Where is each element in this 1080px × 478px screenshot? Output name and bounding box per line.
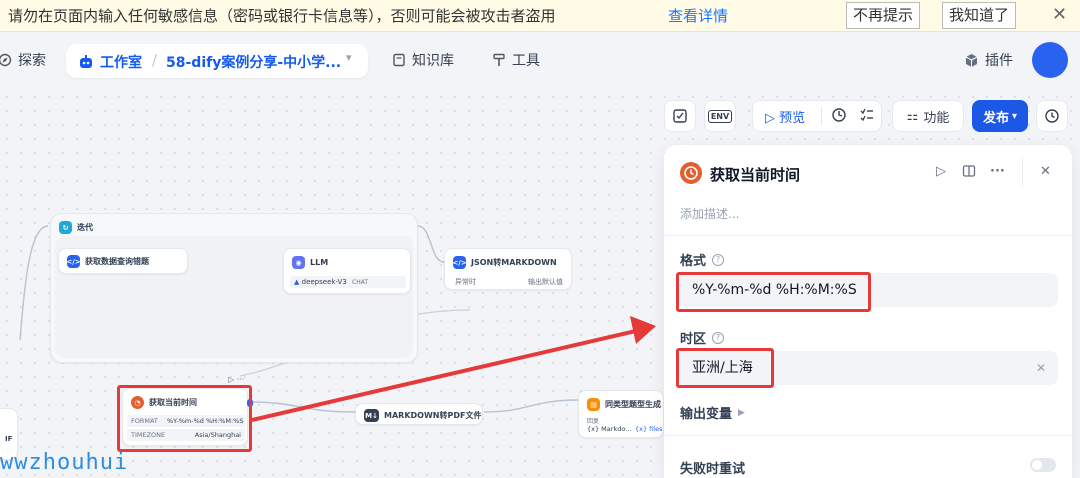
compass-icon (0, 53, 12, 67)
add-description[interactable]: 添加描述... (680, 205, 739, 222)
run-node-icon[interactable]: ▷ (936, 164, 946, 179)
nav-plugins[interactable]: 插件 (964, 50, 1013, 70)
help-doc-icon[interactable] (962, 164, 976, 182)
user-avatar[interactable] (1032, 42, 1068, 78)
run-history-icon[interactable] (831, 107, 847, 127)
no-remind-button[interactable]: 不再提示 (846, 2, 921, 29)
retry-label-text: 失败时重试 (680, 462, 746, 477)
output-vars-toggle[interactable]: 输出变量 ▶ (680, 403, 745, 422)
app-breadcrumb: 工作室 / 58-dify案例分享-中小学... ▾ (66, 44, 368, 78)
chevron-down-icon[interactable]: ▾ (346, 51, 352, 64)
help-icon[interactable]: ? (712, 253, 725, 266)
nav-knowledge[interactable]: 知识库 (392, 50, 454, 70)
chevron-right-icon: ▶ (738, 407, 745, 418)
grid-icon: ⚏ (906, 108, 919, 124)
chevron-down-icon: ▾ (1011, 110, 1018, 122)
panel-header-divider (1022, 157, 1023, 187)
features-button[interactable]: ⚏ 功能 (892, 100, 964, 132)
publish-label: 发布 (982, 110, 1009, 126)
panel-divider (664, 235, 1072, 236)
nav-knowledge-label: 知识库 (412, 53, 454, 69)
preview-button[interactable]: ▷ 预览 (765, 107, 805, 126)
clock-icon (680, 162, 702, 184)
env-button[interactable]: ENV (704, 100, 736, 132)
banner-message: 请勿在页面内输入任何敏感信息（密码或银行卡信息等），否则可能会被攻击者盗用 (8, 7, 556, 25)
top-nav: 探索 工作室 / 58-dify案例分享-中小学... ▾ 知识库 工具 插件 (0, 32, 1080, 90)
nav-studio-label: 工作室 (100, 55, 142, 71)
features-label: 功能 (923, 110, 950, 126)
highlight-box-format (676, 272, 871, 312)
env-icon: ENV (707, 109, 733, 123)
node-settings-panel: 获取当前时间 ▷ ··· ✕ 添加描述... 格式 ? %Y-%m-%d %H:… (664, 145, 1072, 478)
banner-details-link[interactable]: 查看详情 (668, 5, 728, 26)
timezone-label-text: 时区 (680, 332, 707, 347)
book-icon (393, 53, 405, 67)
nav-plugins-label: 插件 (985, 53, 1013, 69)
checklist-icon[interactable] (859, 107, 875, 127)
breadcrumb-separator: / (152, 51, 158, 69)
nav-tools[interactable]: 工具 (492, 50, 540, 70)
history-icon (1045, 109, 1059, 123)
got-it-button[interactable]: 我知道了 (942, 2, 1017, 29)
format-label: 格式 ? (680, 250, 725, 269)
nav-explore-label: 探索 (18, 53, 46, 69)
warning-banner: 请勿在页面内输入任何敏感信息（密码或银行卡信息等），否则可能会被攻击者盗用 查看… (0, 0, 1080, 32)
check-list-icon (673, 109, 687, 123)
retry-toggle[interactable] (1030, 458, 1056, 472)
robot-icon (80, 55, 92, 68)
watermark: wwzhouhui (0, 450, 129, 475)
toolbar-divider (821, 107, 822, 125)
version-history-button[interactable] (1036, 100, 1068, 132)
nav-tools-label: 工具 (512, 53, 540, 69)
nav-explore[interactable]: 探索 (0, 50, 46, 70)
help-icon[interactable]: ? (712, 331, 725, 344)
app-name[interactable]: 58-dify案例分享-中小学... (166, 52, 341, 72)
panel-divider-2 (664, 435, 1072, 436)
clear-icon[interactable]: ✕ (1036, 351, 1046, 385)
cube-icon (965, 53, 978, 67)
highlight-box-timezone (676, 348, 774, 388)
timezone-label: 时区 ? (680, 328, 725, 347)
close-panel-icon[interactable]: ✕ (1040, 164, 1051, 179)
checklist-button[interactable] (664, 100, 696, 132)
hammer-icon (493, 53, 505, 66)
format-label-text: 格式 (680, 254, 707, 269)
banner-close-icon[interactable]: ✕ (1052, 4, 1067, 25)
retry-label: 失败时重试 (680, 458, 745, 477)
panel-title[interactable]: 获取当前时间 (710, 164, 800, 185)
nav-studio[interactable]: 工作室 (78, 52, 142, 72)
more-options-icon[interactable]: ··· (990, 164, 1005, 179)
preview-group: ▷ 预览 (752, 100, 882, 132)
output-vars-label: 输出变量 (680, 407, 733, 422)
preview-label: 预览 (779, 110, 806, 126)
publish-button[interactable]: 发布 ▾ (972, 100, 1028, 132)
